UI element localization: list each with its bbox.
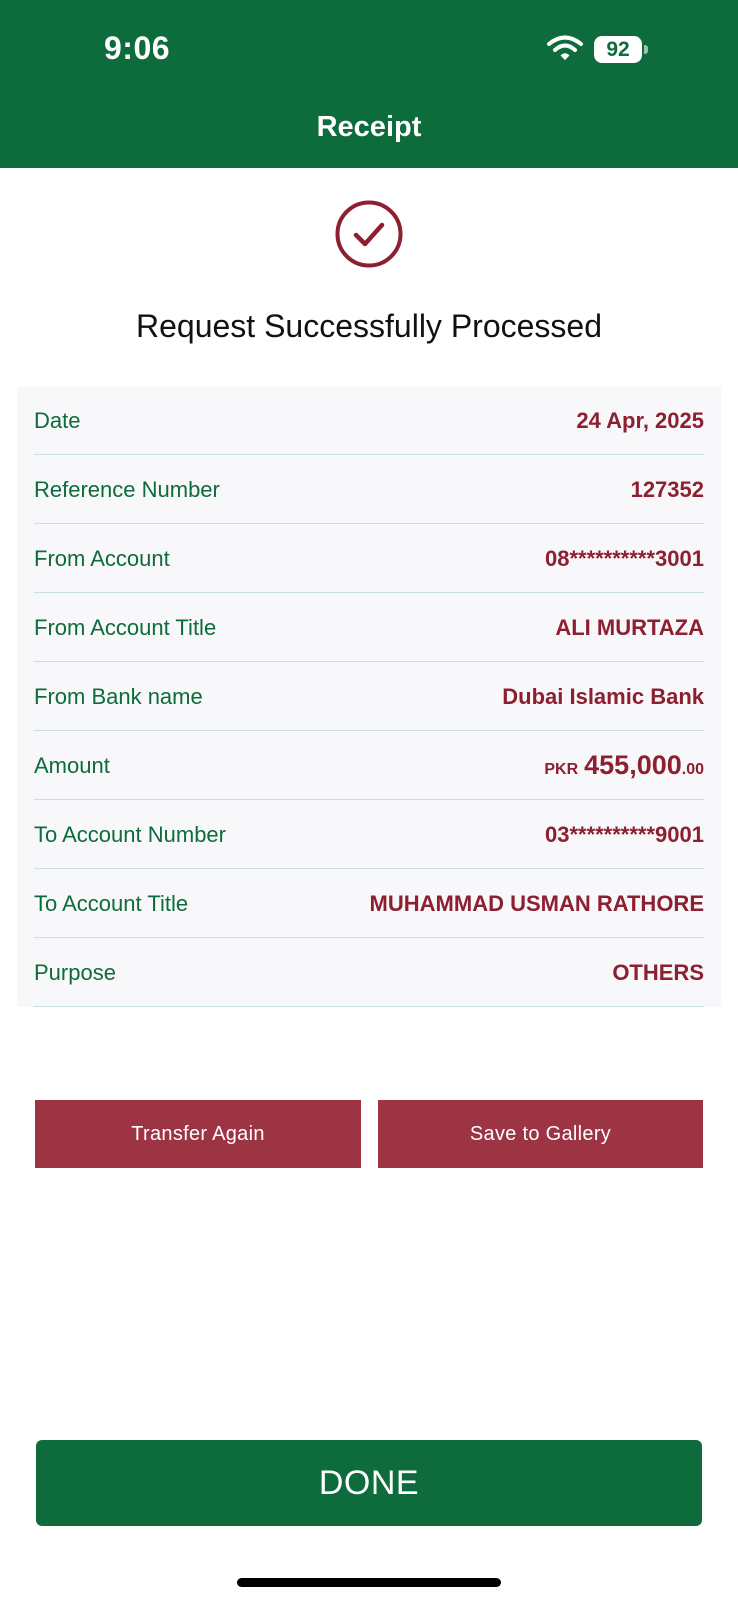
battery-tip <box>644 45 648 54</box>
row-value: 03**********9001 <box>544 821 704 847</box>
detail-row-from-bank: From Bank name Dubai Islamic Bank <box>34 663 704 731</box>
detail-row-amount: Amount PKR 455,000.00 <box>34 732 704 800</box>
done-button[interactable]: DONE <box>36 1440 702 1526</box>
battery-indicator: 92 <box>594 36 648 63</box>
home-indicator[interactable] <box>237 1578 501 1587</box>
detail-row-reference: Reference Number 127352 <box>34 456 704 524</box>
row-label: From Account <box>34 545 170 571</box>
battery-level: 92 <box>594 36 642 63</box>
check-circle-icon <box>335 200 403 268</box>
success-message: Request Successfully Processed <box>136 308 602 344</box>
amount-value: PKR 455,000.00 <box>544 750 704 781</box>
wifi-icon <box>547 35 583 60</box>
transfer-again-button[interactable]: Transfer Again <box>35 1100 361 1168</box>
row-value: OTHERS <box>612 959 704 985</box>
detail-row-purpose: Purpose OTHERS <box>34 939 704 1007</box>
save-to-gallery-button[interactable]: Save to Gallery <box>378 1100 703 1168</box>
row-label: Amount <box>34 752 110 778</box>
detail-row-from-account: From Account 08**********3001 <box>34 525 704 593</box>
row-label: To Account Number <box>34 821 226 847</box>
row-label: From Bank name <box>34 683 203 709</box>
row-label: Reference Number <box>34 476 220 502</box>
detail-row-date: Date 24 Apr, 2025 <box>34 387 704 455</box>
row-label: Date <box>34 407 81 433</box>
row-value: 127352 <box>630 476 704 502</box>
page-title: Receipt <box>316 111 422 143</box>
amount-currency: PKR <box>544 761 579 778</box>
detail-row-from-account-title: From Account Title ALI MURTAZA <box>34 594 704 662</box>
row-value: 24 Apr, 2025 <box>576 407 704 433</box>
row-label: From Account Title <box>34 614 217 640</box>
status-time: 9:06 <box>104 30 171 66</box>
detail-row-to-account: To Account Number 03**********9001 <box>34 801 704 869</box>
row-label: To Account Title <box>34 890 189 916</box>
detail-row-to-account-title: To Account Title MUHAMMAD USMAN RATHORE <box>34 870 704 938</box>
app-header: 9:06 92 Receipt <box>0 0 738 168</box>
amount-decimals: .00 <box>681 761 704 778</box>
row-value: ALI MURTAZA <box>555 614 704 640</box>
row-value: 08**********3001 <box>544 545 704 571</box>
row-label: Purpose <box>34 959 116 985</box>
row-value: MUHAMMAD USMAN RATHORE <box>369 890 704 916</box>
amount-main: 455,000 <box>584 750 682 780</box>
row-value: Dubai Islamic Bank <box>502 683 704 709</box>
receipt-details: Date 24 Apr, 2025 Reference Number 12735… <box>17 387 721 1007</box>
